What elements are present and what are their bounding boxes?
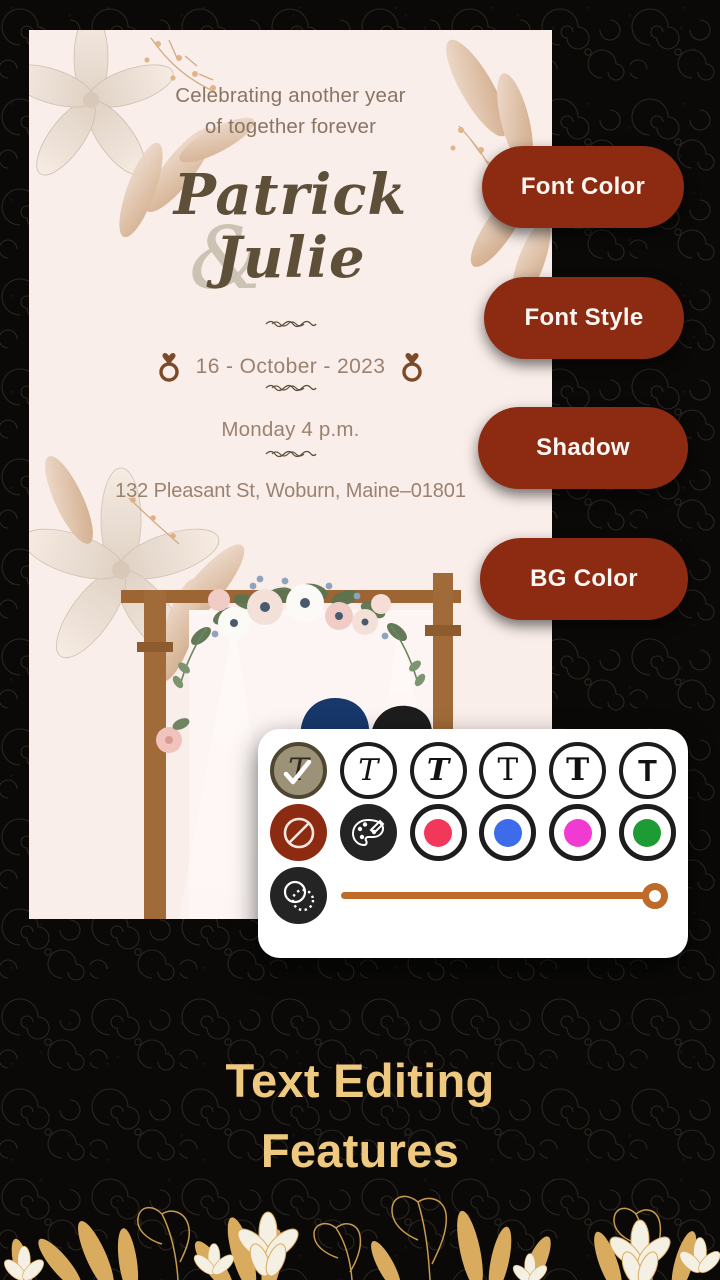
swatch-fill-red	[424, 818, 453, 847]
opacity-slider[interactable]	[341, 867, 668, 924]
card-time-text[interactable]: Monday 4 p.m.	[29, 418, 552, 442]
font-style-option-3[interactable]: T	[409, 742, 467, 799]
text-editor-toolbar[interactable]: T T T T T T	[258, 729, 688, 958]
swatch-fill-green	[633, 818, 662, 847]
font-style-option-5[interactable]: T	[549, 742, 607, 799]
font-style-option-6[interactable]: T	[618, 742, 676, 799]
opacity-button[interactable]	[270, 867, 327, 924]
card-date-row[interactable]: 16 - October - 2023	[29, 352, 552, 382]
opacity-row	[258, 867, 688, 924]
font-style-option-4[interactable]: T	[479, 742, 537, 799]
shadow-button[interactable]: Shadow	[478, 407, 688, 489]
opacity-circles-icon	[283, 880, 314, 911]
check-icon	[283, 759, 312, 785]
bg-color-button[interactable]: BG Color	[480, 538, 688, 620]
color-picker-option[interactable]	[339, 804, 397, 861]
ban-icon	[283, 817, 314, 848]
bottom-floral-border	[4, 1195, 720, 1280]
font-style-glyph-2: T	[358, 752, 379, 788]
divider-flourish-3	[29, 448, 552, 464]
font-style-glyph-4: T	[497, 752, 519, 788]
card-name-second[interactable]: Julie	[29, 225, 552, 291]
swatch-fill-magenta	[563, 818, 592, 847]
color-row	[258, 804, 688, 861]
no-color-option[interactable]	[270, 804, 327, 861]
card-name-first[interactable]: Patrick	[29, 162, 552, 228]
font-style-glyph-3: T	[426, 752, 450, 788]
card-headline-line2: of together forever	[204, 115, 377, 138]
wedding-ring-icon-right	[402, 352, 423, 382]
font-style-glyph-5: T	[566, 752, 590, 788]
card-address-text[interactable]: 132 Pleasant St, Woburn, Maine–01801	[29, 480, 552, 503]
color-swatch-red[interactable]	[409, 804, 467, 861]
palette-icon	[352, 818, 385, 846]
page-caption: Text Editing Features	[0, 1046, 720, 1186]
color-swatch-magenta[interactable]	[549, 804, 607, 861]
font-style-glyph-6: T	[638, 753, 657, 788]
card-headline[interactable]: Celebrating another year of together for…	[29, 80, 552, 142]
divider-flourish-1	[29, 318, 552, 334]
caption-line1: Text Editing	[225, 1054, 495, 1107]
font-style-option-1[interactable]: T	[270, 742, 327, 799]
color-swatch-green[interactable]	[618, 804, 676, 861]
font-style-option-2[interactable]: T	[339, 742, 397, 799]
divider-flourish-2	[29, 382, 552, 398]
card-date-text: 16 - October - 2023	[195, 355, 386, 378]
opacity-slider-track[interactable]	[341, 892, 652, 899]
wedding-ring-icon-left	[158, 352, 179, 382]
card-headline-line1: Celebrating another year	[175, 84, 406, 107]
font-style-row: T T T T T T	[258, 742, 688, 799]
color-swatch-blue[interactable]	[479, 804, 537, 861]
font-color-button[interactable]: Font Color	[482, 146, 684, 228]
opacity-slider-thumb[interactable]	[642, 882, 668, 909]
font-style-button[interactable]: Font Style	[484, 277, 684, 359]
swatch-fill-blue	[493, 818, 522, 847]
